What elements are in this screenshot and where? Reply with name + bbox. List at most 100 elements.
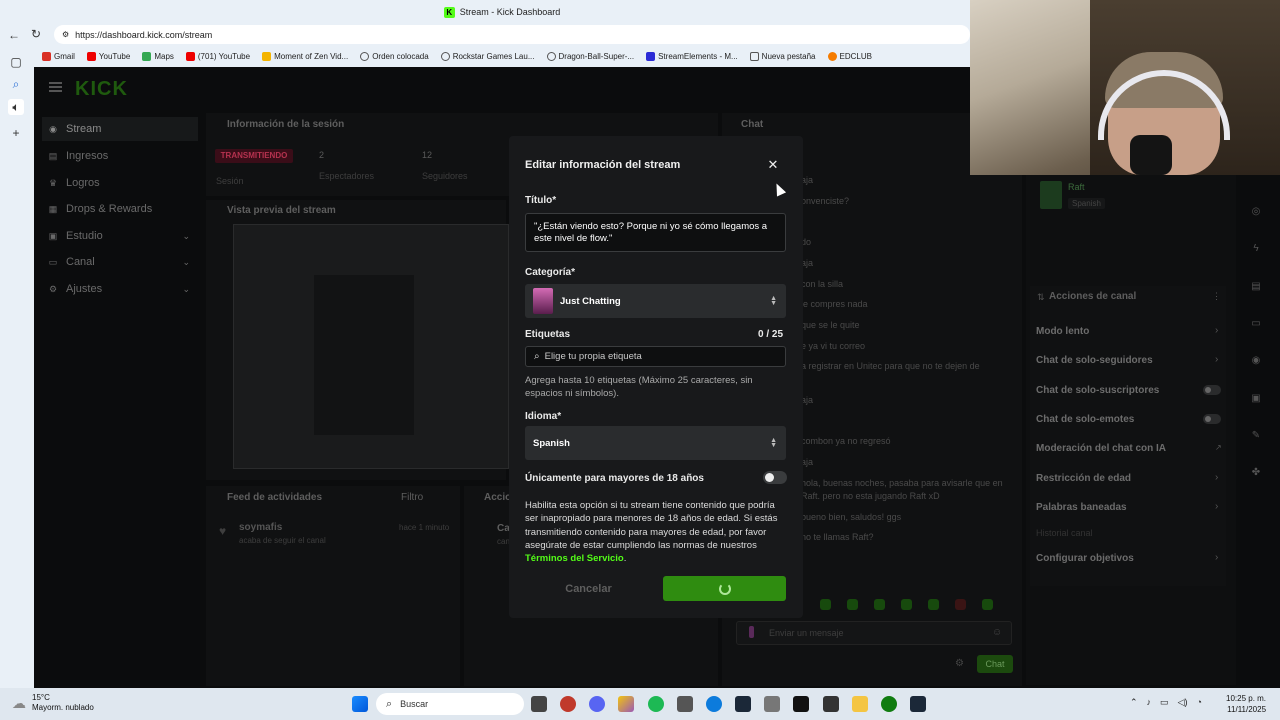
reload-icon[interactable]: ↻ — [31, 27, 41, 41]
broadcast-icon[interactable]: ◉ — [1248, 355, 1264, 371]
edge-icon[interactable] — [706, 696, 722, 712]
bookmark-youtube-701[interactable]: (701) YouTube — [185, 52, 250, 61]
emotes-only-toggle[interactable] — [1203, 414, 1221, 424]
taskbar-search-placeholder: Buscar — [400, 699, 429, 709]
window-title: Stream - Kick Dashboard — [459, 7, 561, 17]
bookmark-youtube[interactable]: YouTube — [86, 52, 130, 61]
chevron-up-icon[interactable]: ⌃ — [1130, 697, 1138, 708]
action-configure-goals[interactable]: Configurar objetivos — [1036, 553, 1134, 564]
weather-widget[interactable]: ☁ 15°C Mayorm. nublado — [12, 693, 94, 713]
screen-icon[interactable]: ▣ — [1248, 393, 1264, 409]
temperature: 15°C — [32, 693, 50, 702]
language-label: Idioma* — [525, 411, 562, 422]
tags-input[interactable]: ⌕ Elige tu propia etiqueta — [525, 346, 786, 367]
add-icon[interactable]: + — [8, 125, 24, 141]
bookmark-dragon-ball[interactable]: Dragon-Ball-Super-... — [546, 52, 634, 61]
bookmark-edclub[interactable]: EDCLUB — [827, 52, 872, 61]
action-followers-only[interactable]: Chat de solo-seguidores — [1036, 355, 1153, 366]
emoji-icon[interactable]: ☺ — [992, 627, 1002, 638]
action-age-restriction[interactable]: Restricción de edad — [1036, 473, 1131, 484]
chevron-right-icon: › — [1215, 325, 1219, 336]
streamelements-icon — [646, 52, 656, 61]
action-subscribers-only[interactable]: Chat de solo-suscriptores — [1036, 385, 1159, 396]
steam-icon[interactable] — [910, 696, 926, 712]
close-icon[interactable]: ✕ — [766, 157, 780, 173]
file-explorer-icon[interactable] — [852, 696, 868, 712]
bookmark-moment-of-zen[interactable]: Moment of Zen Vid... — [262, 52, 348, 61]
camera-icon[interactable]: ◎ — [1248, 206, 1264, 222]
clock[interactable]: 10:25 p. m. 11/11/2025 — [1226, 693, 1266, 715]
windows-start-icon[interactable] — [352, 696, 368, 712]
steam-icon[interactable] — [735, 696, 751, 712]
chat-bubble-icon[interactable]: ▭ — [1248, 318, 1264, 334]
bookmark-orden-colocada[interactable]: Orden colocada — [360, 52, 429, 61]
cancel-button[interactable]: Cancelar — [525, 576, 652, 601]
category-value: Just Chatting — [560, 295, 621, 307]
chevron-right-icon: › — [1215, 472, 1219, 483]
microphone-icon[interactable]: ♪ — [1147, 697, 1152, 708]
channel-actions-icon: ⇅ — [1037, 292, 1045, 302]
tags-placeholder: Elige tu propia etiqueta — [544, 351, 642, 362]
xbox-icon[interactable] — [881, 696, 897, 712]
chat-user[interactable]: Raft — [1068, 182, 1085, 192]
back-icon[interactable]: ← — [8, 28, 20, 42]
window-titlebar: K Stream - Kick Dashboard — [34, 0, 970, 24]
action-emotes-only[interactable]: Chat de solo-emotes — [1036, 414, 1134, 425]
url-text: https://dashboard.kick.com/stream — [75, 29, 213, 40]
taskbar-search[interactable]: ⌕ Buscar — [376, 693, 524, 715]
notepad-icon[interactable] — [764, 696, 780, 712]
network-icon[interactable]: ▭ — [1160, 697, 1169, 708]
chat-send-button[interactable]: Chat — [977, 655, 1013, 673]
bookmark-gmail[interactable]: Gmail — [42, 52, 75, 61]
address-bar[interactable]: ⚙︎ https://dashboard.kick.com/stream — [54, 25, 970, 44]
channel-actions-header: Acciones de canal — [1049, 291, 1137, 302]
edclub-icon — [827, 52, 837, 61]
system-tray: ⌃ ♪ ▭ ◁) ◔ — [1130, 697, 1202, 708]
adult-help: Habilita esta opción si tu stream tiene … — [525, 500, 778, 565]
site-info-icon[interactable]: ⚙︎ — [62, 30, 69, 39]
spotify-icon[interactable] — [648, 696, 664, 712]
app-icon[interactable] — [823, 696, 839, 712]
app-icon[interactable] — [560, 696, 576, 712]
action-channel-history[interactable]: Historial canal — [1036, 528, 1093, 538]
save-button[interactable] — [663, 576, 786, 601]
battery-icon[interactable]: ◔ — [1196, 697, 1201, 708]
bookmark-streamelements[interactable]: StreamElements - M... — [646, 52, 738, 61]
search-icon[interactable]: ⌕ — [8, 76, 24, 92]
chat-user-avatar — [1040, 181, 1062, 209]
tabs-icon[interactable]: ▢ — [8, 54, 24, 70]
bookmark-rockstar[interactable]: Rockstar Games Lau... — [440, 52, 535, 61]
copilot-icon[interactable] — [618, 696, 634, 712]
bookmark-nueva-pestana[interactable]: Nueva pestaña — [749, 52, 816, 61]
adult-toggle[interactable] — [763, 471, 787, 484]
puzzle-icon[interactable]: ✤ — [1248, 467, 1264, 483]
action-ai-moderation[interactable]: Moderación del chat con IA — [1036, 443, 1166, 454]
windows-logo-icon — [262, 52, 272, 61]
tiktok-icon[interactable] — [793, 696, 809, 712]
language-select[interactable]: Spanish ▲ ▼ — [525, 426, 786, 460]
emote-icon[interactable] — [982, 599, 993, 610]
bookmarks-bar: Gmail YouTube Maps (701) YouTube Moment … — [34, 46, 970, 67]
speaker-icon[interactable]: 🔈︎ — [8, 99, 24, 115]
action-banned-words[interactable]: Palabras baneadas — [1036, 502, 1127, 513]
lightning-icon[interactable]: ϟ — [1248, 243, 1264, 259]
search-icon: ⌕ — [534, 351, 540, 362]
chevron-right-icon: › — [1215, 354, 1219, 365]
bookmark-maps[interactable]: Maps — [142, 52, 174, 61]
globe-icon — [360, 52, 370, 61]
more-icon[interactable]: ⋮ — [1212, 291, 1221, 302]
title-input[interactable]: "¿Están viendo esto? Porque ni yo sé cóm… — [525, 213, 786, 252]
task-view-icon[interactable] — [531, 696, 547, 712]
action-slow-mode[interactable]: Modo lento — [1036, 326, 1089, 337]
taskbar — [0, 688, 1280, 720]
tos-link[interactable]: Términos del Servicio — [525, 553, 624, 564]
store-icon[interactable] — [677, 696, 693, 712]
language-value: Spanish — [533, 437, 570, 449]
category-select[interactable]: Just Chatting ▲ ▼ — [525, 284, 786, 318]
wrench-icon[interactable]: ✎ — [1248, 430, 1264, 446]
document-icon[interactable]: ▤ — [1248, 281, 1264, 297]
discord-icon[interactable] — [589, 696, 605, 712]
volume-icon[interactable]: ◁) — [1178, 697, 1188, 708]
select-arrows-icon: ▲ ▼ — [770, 437, 777, 449]
subscribers-only-toggle[interactable] — [1203, 385, 1221, 395]
